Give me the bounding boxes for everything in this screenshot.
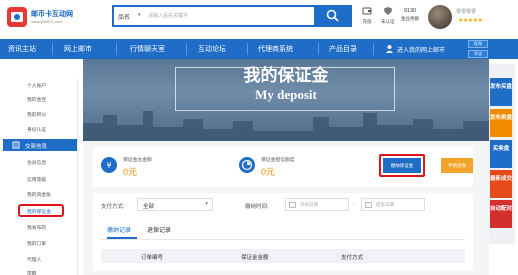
calendar-icon [289, 202, 296, 208]
credit-limit-icon [239, 157, 255, 173]
svg-text:¥: ¥ [106, 161, 111, 170]
verify-label: 未认证 [381, 19, 395, 24]
credit-limit-label: 保证金授信额度 [261, 158, 295, 163]
calendar-icon [365, 202, 372, 208]
nav-divider [116, 43, 117, 55]
site-header: 邮币卡互动网 www.yb6001.com 品名 ▾ 充值 未认证 9130 金… [0, 0, 518, 38]
sidebar-item-published[interactable]: 我发布的 [27, 224, 46, 231]
main-content: ¥ 保证金总金额 0元 保证金授信额度 0元 缴纳保证金 申请退保 支付方式: … [83, 141, 489, 275]
nav-item-catalog[interactable]: 产品目录 [329, 44, 357, 54]
avatar[interactable] [428, 5, 452, 29]
float-orderbook[interactable]: 买卖盘 [490, 140, 512, 168]
end-date-input[interactable]: 结束日期 [361, 198, 425, 211]
table-header: 订单编号 保证金金额 支付方式 [101, 249, 465, 263]
beans-balance[interactable]: 9130 金豆余额 [401, 6, 419, 22]
nav-my-mall[interactable]: 进入我的网上邮市 [397, 45, 445, 54]
pay-deposit-button[interactable]: 缴纳保证金 [383, 158, 421, 173]
search-category-select[interactable]: 品名 [118, 12, 130, 21]
logo-icon [7, 7, 27, 27]
nav-item-agent[interactable]: 代理商系统 [258, 44, 293, 54]
sidebar-section-label: 交易信息 [25, 144, 48, 150]
column-amount: 保证金金额 [241, 255, 269, 261]
site-logo[interactable]: 邮币卡互动网 www.yb6001.com [6, 6, 81, 30]
beans-label: 金豆余额 [401, 16, 419, 21]
logo-title: 邮币卡互动网 [31, 11, 73, 18]
recharge-link[interactable]: 充值 [362, 6, 372, 25]
username[interactable]: 零零零零 [456, 8, 476, 15]
recharge-label: 充值 [362, 19, 372, 24]
sidebar-item-orders[interactable]: 我的订单 [27, 240, 46, 247]
sidebar-item-points[interactable]: 我的积分 [27, 111, 46, 118]
sidebar-section-trade[interactable]: 交易信息 [3, 139, 77, 151]
pay-method-select[interactable]: 全部 ▾ [137, 198, 213, 211]
nav-item-forum[interactable]: 互动论坛 [198, 44, 226, 54]
sidebar-item-verify[interactable]: 身份认证 [27, 126, 46, 133]
logo-url: www.yb6001.com [31, 19, 63, 24]
float-publish-sell[interactable]: 发布卖盘 [490, 109, 512, 137]
pay-time-label: 缴纳时间: [245, 204, 269, 210]
deposit-total-icon: ¥ [101, 157, 117, 173]
nav-divider [318, 43, 319, 55]
nav-item-market[interactable]: 网上邮市 [64, 44, 92, 54]
trade-icon [12, 141, 20, 149]
shield-icon [383, 7, 392, 15]
nav-divider [247, 43, 248, 55]
tab-divider [101, 239, 465, 240]
sidebar-item-account[interactable]: 个人账户 [27, 82, 46, 89]
float-latest-deals[interactable]: 最新成交 [490, 170, 512, 198]
deposit-summary-card: ¥ 保证金总金额 0元 保证金授信额度 0元 缴纳保证金 申请退保 [93, 147, 473, 187]
nav-divider [373, 43, 374, 55]
hero-title-cn: 我的保证金 [243, 66, 329, 85]
credit-limit-value: 0元 [261, 167, 276, 177]
tab-pay-records[interactable]: 缴纳记录 [107, 225, 131, 234]
nav-divider [186, 43, 187, 55]
main-nav: 资讯主站 网上邮市 行情聊天室 互动论坛 代理商系统 产品目录 进入我的网上邮市… [0, 39, 518, 59]
user-icon [386, 45, 393, 53]
end-date-placeholder: 结束日期 [376, 202, 394, 207]
nav-item-news[interactable]: 资讯主站 [8, 44, 36, 54]
sidebar-item-agent[interactable]: 代理人 [27, 256, 41, 263]
pay-method-label: 支付方式: [101, 204, 125, 210]
start-date-placeholder: 开始日期 [300, 202, 318, 207]
beans-value: 9130 [403, 8, 417, 14]
nav-divider [52, 43, 53, 55]
search-input[interactable] [148, 9, 308, 23]
sidebar-item-beans[interactable]: 我的金豆 [27, 96, 46, 103]
hero-banner: 我的保证金 My deposit [83, 59, 489, 141]
records-panel: 支付方式: 全部 ▾ 缴纳时间: 开始日期 - 结束日期 缴纳记录 退保记录 订… [93, 193, 473, 271]
float-auto-match[interactable]: 自动配对 [490, 200, 512, 228]
float-publish-buy[interactable]: 发布买盘 [490, 78, 512, 106]
sidebar-item-funds[interactable]: 我的资金账 [27, 191, 51, 198]
nav-item-chatroom[interactable]: 行情聊天室 [130, 44, 165, 54]
tab-refund-records[interactable]: 退保记录 [147, 225, 171, 234]
search-icon [326, 9, 339, 22]
column-order-no: 订单编号 [141, 255, 164, 261]
shop-button-bottom[interactable]: 开店 [468, 50, 488, 58]
column-pay-method: 支付方式 [341, 255, 364, 261]
chevron-down-icon: ▾ [205, 201, 208, 207]
user-rating-stars: ★★★★★ [458, 18, 483, 24]
date-range-dash: - [353, 202, 355, 208]
search-button[interactable] [314, 5, 352, 27]
sidebar-item-deposit[interactable]: 我的保证金 [27, 208, 51, 215]
sidebar-item-credit[interactable]: 信用等级 [27, 176, 46, 183]
refund-button[interactable]: 申请退保 [441, 158, 473, 173]
start-date-input[interactable]: 开始日期 [285, 198, 349, 211]
hero-title-en: My deposit [255, 87, 317, 102]
wallet-icon [362, 7, 372, 15]
deposit-total-label: 保证金总金额 [123, 158, 152, 163]
search-bar: 品名 ▾ [112, 5, 352, 27]
shop-button-top[interactable]: 旺角 [468, 40, 488, 48]
sidebar-item-remind[interactable]: 提醒 [27, 270, 37, 275]
deposit-total-value: 0元 [123, 167, 138, 177]
sidebar: 个人账户 我的金豆 我的积分 身份认证 交易信息 会员信息 信用等级 我的资金账… [0, 78, 78, 275]
pay-method-value: 全部 [143, 204, 155, 210]
verify-link[interactable]: 未认证 [381, 6, 395, 25]
chevron-down-icon[interactable]: ▾ [138, 12, 141, 18]
sidebar-item-member[interactable]: 会员信息 [27, 159, 46, 166]
